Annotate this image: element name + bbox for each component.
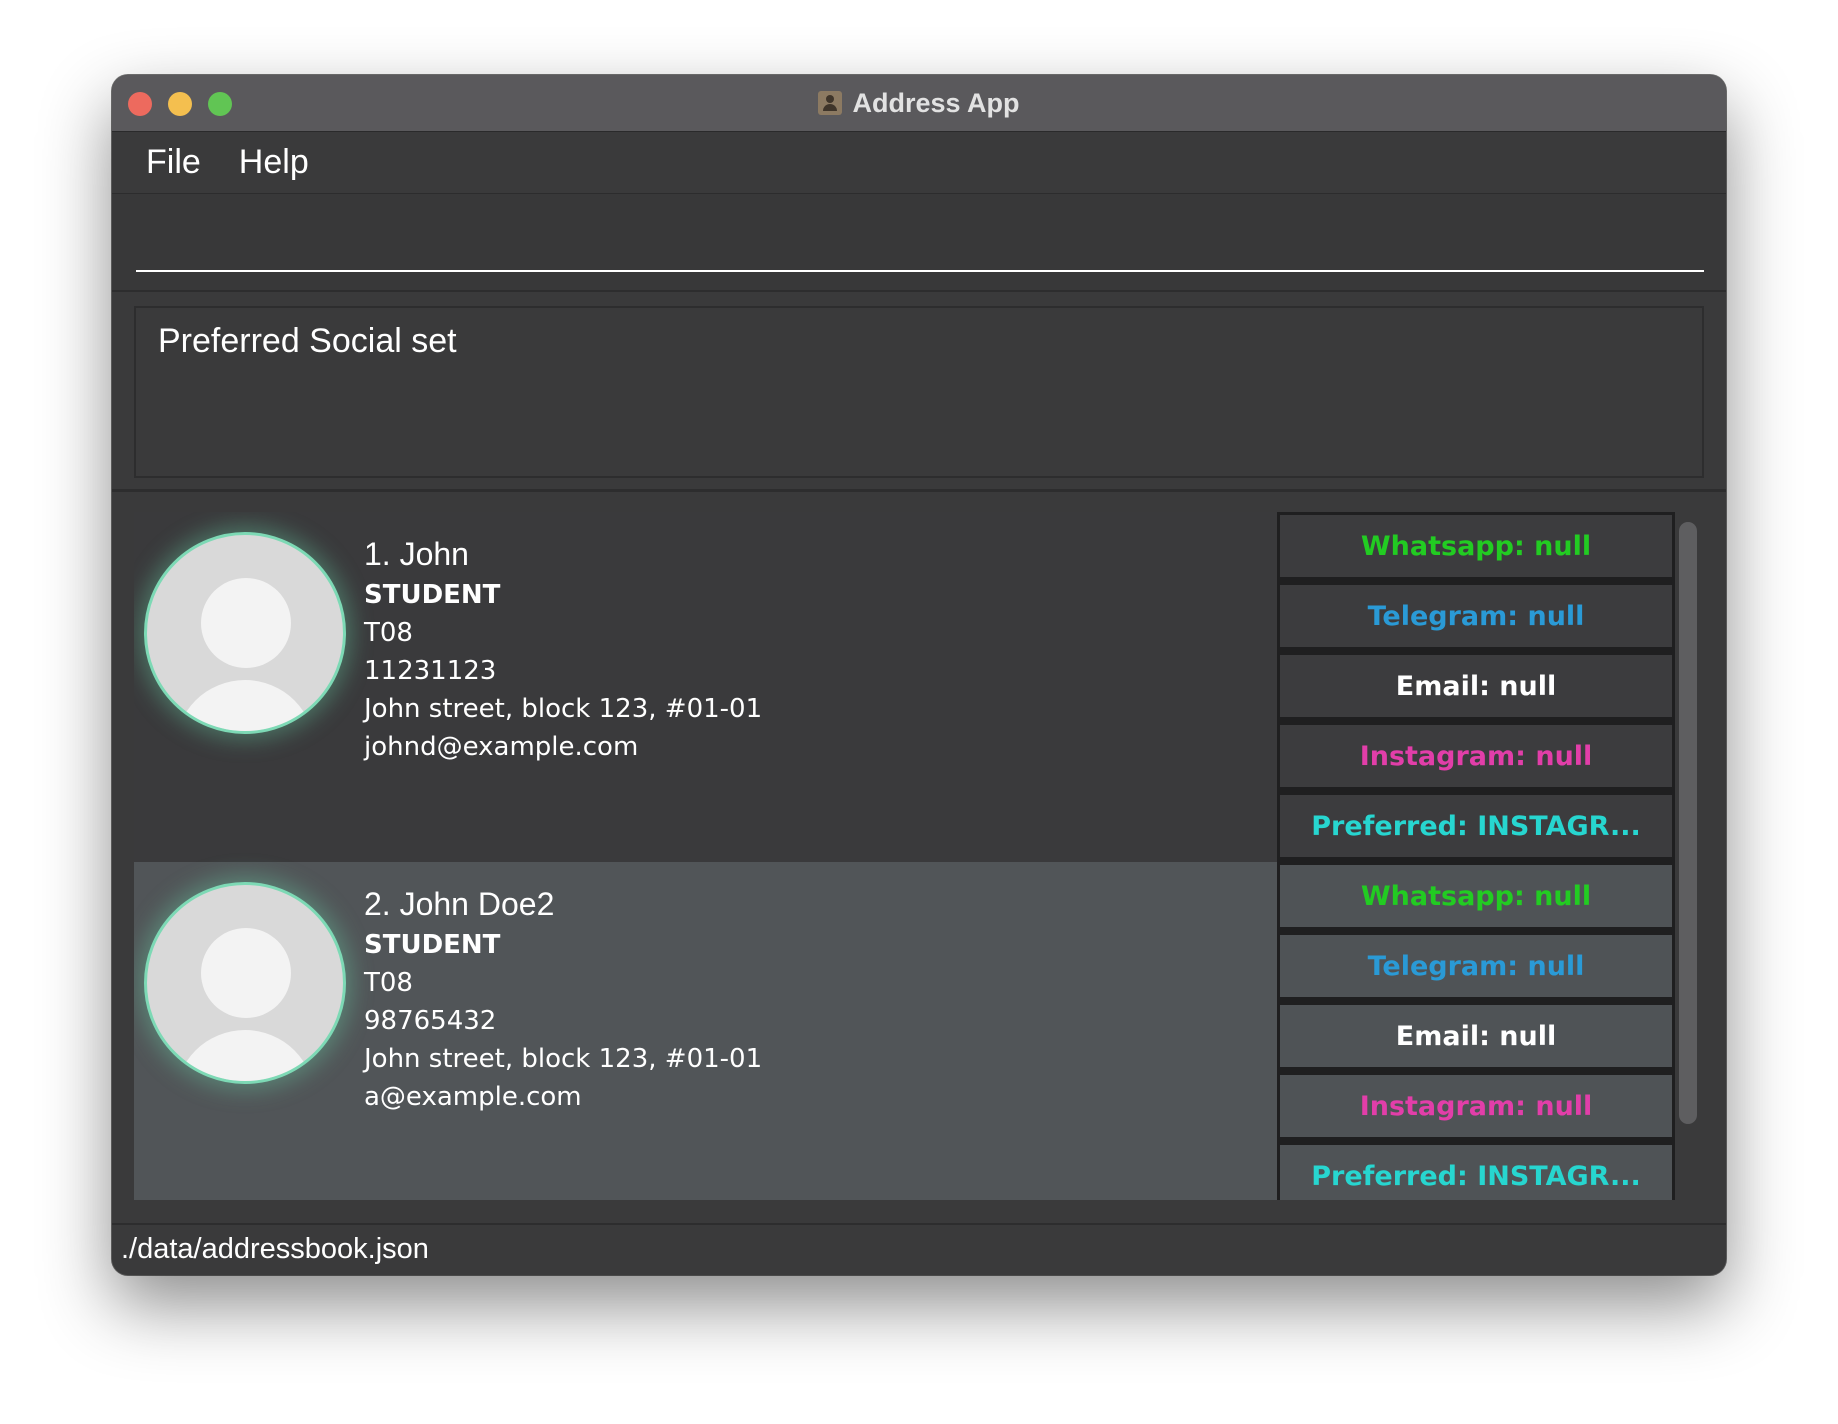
social-tag-instagram: Instagram: null — [1280, 1075, 1672, 1137]
person-card[interactable]: 2. John Doe2 STUDENT T08 98765432 John s… — [134, 862, 1675, 1200]
result-message: Preferred Social set — [158, 322, 457, 360]
title-bar[interactable]: Address App — [112, 75, 1726, 132]
person-tutorial: T08 — [364, 968, 413, 998]
status-bar: ./data/addressbook.json — [112, 1223, 1726, 1275]
avatar — [144, 532, 346, 734]
menu-bar: File Help — [112, 132, 1726, 194]
person-details: 1. John STUDENT T08 11231123 John street… — [364, 532, 762, 766]
menu-file[interactable]: File — [146, 143, 201, 182]
person-phone: 11231123 — [364, 656, 497, 686]
person-email: johnd@example.com — [364, 732, 639, 762]
social-tags: Whatsapp: null Telegram: null Email: nul… — [1277, 512, 1675, 862]
person-role: STUDENT — [364, 930, 501, 960]
save-location: ./data/addressbook.json — [121, 1233, 429, 1265]
social-tag-whatsapp: Whatsapp: null — [1280, 865, 1672, 927]
person-phone: 98765432 — [364, 1006, 497, 1036]
social-tag-instagram: Instagram: null — [1280, 725, 1672, 787]
social-tag-preferred: Preferred: INSTAGR... — [1280, 795, 1672, 857]
person-tutorial: T08 — [364, 618, 413, 648]
social-tag-email: Email: null — [1280, 1005, 1672, 1067]
avatar-body-shape — [175, 680, 315, 731]
social-tag-email: Email: null — [1280, 655, 1672, 717]
person-card[interactable]: 1. John STUDENT T08 11231123 John street… — [134, 512, 1675, 862]
avatar-body-shape — [175, 1030, 315, 1081]
divider — [112, 489, 1726, 492]
command-input[interactable] — [136, 214, 1704, 272]
avatar-head-shape — [201, 578, 291, 668]
person-address: John street, block 123, #01-01 — [364, 694, 763, 724]
person-email: a@example.com — [364, 1082, 582, 1112]
social-tags: Whatsapp: null Telegram: null Email: nul… — [1277, 862, 1675, 1200]
person-name: 1. John — [364, 536, 469, 572]
address-book-icon — [818, 91, 843, 115]
social-tag-whatsapp: Whatsapp: null — [1280, 515, 1672, 577]
command-box — [112, 194, 1726, 292]
app-window: Address App File Help Preferred Social s… — [112, 75, 1726, 1275]
avatar — [144, 882, 346, 1084]
person-details: 2. John Doe2 STUDENT T08 98765432 John s… — [364, 882, 762, 1116]
avatar-head-shape — [201, 928, 291, 1018]
social-tag-telegram: Telegram: null — [1280, 585, 1672, 647]
person-role: STUDENT — [364, 580, 501, 610]
person-address: John street, block 123, #01-01 — [364, 1044, 763, 1074]
social-tag-preferred: Preferred: INSTAGR... — [1280, 1145, 1672, 1200]
window-title: Address App — [852, 87, 1020, 118]
menu-help[interactable]: Help — [239, 143, 309, 182]
window-title-group: Address App — [112, 75, 1726, 131]
social-tag-telegram: Telegram: null — [1280, 935, 1672, 997]
list-scrollbar[interactable] — [1679, 522, 1697, 1124]
result-display: Preferred Social set — [134, 306, 1704, 478]
person-list[interactable]: 1. John STUDENT T08 11231123 John street… — [134, 512, 1691, 1200]
person-name: 2. John Doe2 — [364, 886, 555, 922]
